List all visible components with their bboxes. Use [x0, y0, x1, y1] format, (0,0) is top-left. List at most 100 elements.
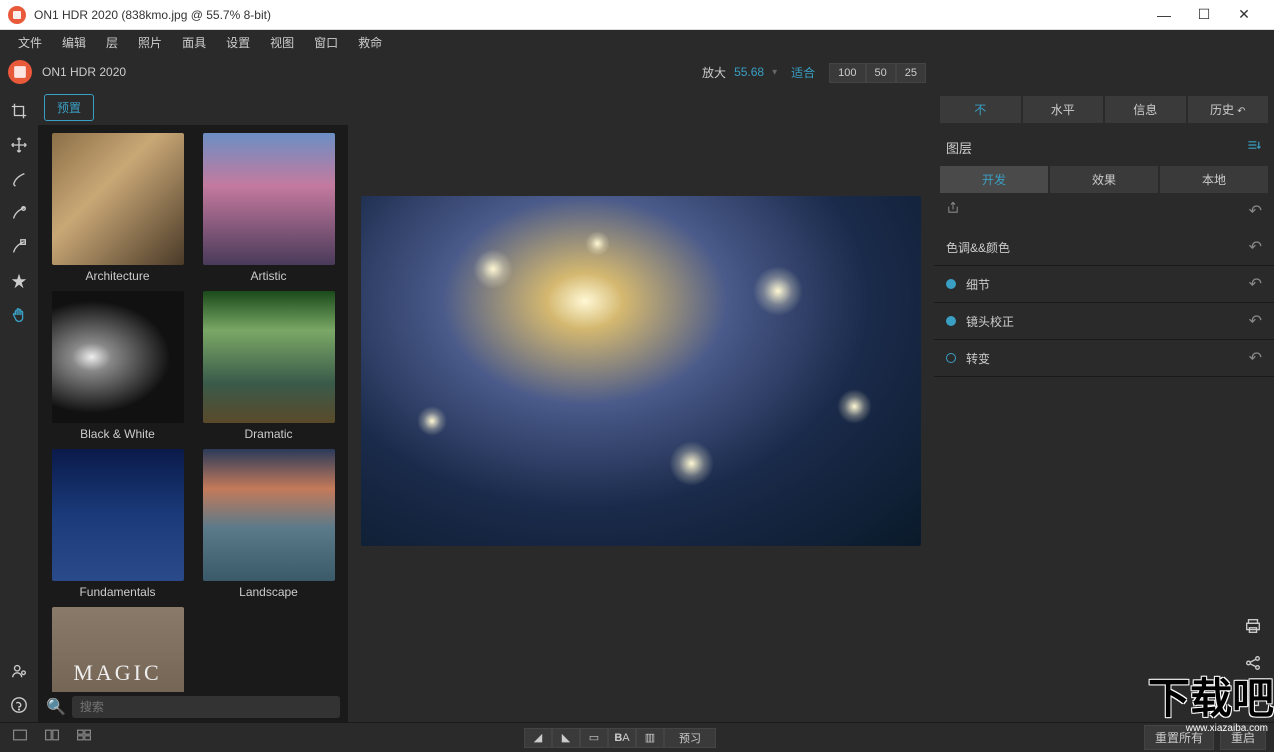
- menu-面具[interactable]: 面具: [172, 32, 216, 53]
- restart-button[interactable]: 重启: [1220, 725, 1266, 750]
- search-input[interactable]: [72, 696, 340, 718]
- zoom-value[interactable]: 55.68: [734, 65, 764, 79]
- view-compare-icon[interactable]: [40, 726, 64, 749]
- undo-icon[interactable]: ↶: [1249, 201, 1262, 221]
- section-reset-icon[interactable]: ↶: [1249, 274, 1262, 294]
- right-tab-1[interactable]: 水平: [1023, 96, 1104, 123]
- main-area: 预置 ArchitectureArtistic Black & White Dram…: [0, 90, 1274, 722]
- brush-tool-icon[interactable]: [0, 162, 38, 196]
- canvas-area[interactable]: [348, 90, 934, 722]
- section-细节[interactable]: 细节↶: [934, 266, 1274, 303]
- preset-architecture[interactable]: Architecture: [46, 133, 189, 283]
- zoom-25[interactable]: 25: [896, 63, 926, 83]
- preset-thumb: [52, 449, 184, 581]
- minimize-button[interactable]: —: [1152, 3, 1176, 27]
- zoom-fit-button[interactable]: 适合: [785, 62, 821, 83]
- layers-header: 图层: [934, 129, 1274, 166]
- mask-view-button[interactable]: ▭: [580, 728, 608, 748]
- section-reset-icon[interactable]: ↶: [1249, 237, 1262, 257]
- mode-tab-0[interactable]: 开发: [940, 166, 1048, 193]
- preset-artistic[interactable]: Artistic: [197, 133, 340, 283]
- user-settings-icon[interactable]: [0, 654, 38, 688]
- menu-层[interactable]: 层: [96, 32, 128, 53]
- mask-brush-tool-icon[interactable]: [0, 196, 38, 230]
- section-镜头校正[interactable]: 镜头校正↶: [934, 303, 1274, 340]
- preset-label: Black & White: [80, 427, 155, 441]
- hand-tool-icon[interactable]: [0, 298, 38, 332]
- app-name: ON1 HDR 2020: [42, 65, 702, 79]
- preset-thumb: [203, 449, 335, 581]
- menu-设置[interactable]: 设置: [216, 32, 260, 53]
- chevron-down-icon[interactable]: ▾: [772, 67, 777, 78]
- right-tab-0[interactable]: 不: [940, 96, 1021, 123]
- preset-thumb: [203, 291, 335, 423]
- section-toggle-icon[interactable]: [946, 316, 956, 326]
- maximize-button[interactable]: ☐: [1192, 3, 1216, 27]
- reset-all-button[interactable]: 重置所有: [1144, 725, 1214, 750]
- clip-highlights-button[interactable]: ◣: [552, 728, 580, 748]
- layers-settings-icon[interactable]: [1246, 137, 1262, 158]
- section-toggle-icon[interactable]: [946, 279, 956, 289]
- zoom-50[interactable]: 50: [866, 63, 896, 83]
- preset-dramatic[interactable]: Dramatic: [197, 291, 340, 441]
- preset-panel: 预置 ArchitectureArtistic Black & White Dram…: [38, 90, 348, 722]
- section-reset-icon[interactable]: ↶: [1249, 348, 1262, 368]
- right-tab-3[interactable]: 历史↶: [1188, 96, 1269, 123]
- right-tools: [934, 609, 1274, 722]
- section-reset-icon[interactable]: ↶: [1249, 311, 1262, 331]
- preset-label: Fundamentals: [79, 585, 155, 599]
- section-label: 转变: [966, 350, 1249, 367]
- zoom-100[interactable]: 100: [829, 63, 865, 83]
- section-label: 细节: [966, 276, 1249, 293]
- clone-tool-icon[interactable]: [0, 230, 38, 264]
- bottom-right-controls: 重置所有 重启: [1144, 725, 1266, 750]
- menu-视图[interactable]: 视图: [260, 32, 304, 53]
- mode-tab-1[interactable]: 效果: [1050, 166, 1158, 193]
- before-after-button[interactable]: BA: [608, 728, 636, 748]
- menu-文件[interactable]: 文件: [8, 32, 52, 53]
- preview-button[interactable]: 预习: [664, 728, 716, 748]
- section-toggle-icon[interactable]: [946, 353, 956, 363]
- mode-tab-2[interactable]: 本地: [1160, 166, 1268, 193]
- preset-tab[interactable]: 预置: [44, 94, 94, 121]
- right-tab-2[interactable]: 信息: [1105, 96, 1186, 123]
- menu-窗口[interactable]: 窗口: [304, 32, 348, 53]
- preset-label: Landscape: [239, 585, 298, 599]
- effects-tool-icon[interactable]: [0, 264, 38, 298]
- window-controls: — ☐ ✕: [1152, 3, 1266, 27]
- right-panel: 不水平信息历史↶ 图层 开发效果本地 ↶ 色调&&颜色↶细节↶镜头校正↶转变↶: [934, 90, 1274, 722]
- section-label: 色调&&颜色: [946, 239, 1249, 256]
- window-title: ON1 HDR 2020 (838kmo.jpg @ 55.7% 8-bit): [34, 8, 1152, 22]
- preset-magic[interactable]: MAGIC: [46, 607, 189, 692]
- view-grid-icon[interactable]: [72, 726, 96, 749]
- subheader: ON1 HDR 2020 放大 55.68 ▾ 适合 1005025: [0, 54, 1274, 90]
- preset-thumb: [52, 133, 184, 265]
- print-icon[interactable]: [1244, 617, 1262, 640]
- zoom-controls: 放大 55.68 ▾ 适合 1005025: [702, 62, 926, 83]
- app-logo-icon: [8, 6, 26, 24]
- section-色调&&颜色[interactable]: 色调&&颜色↶: [934, 229, 1274, 266]
- search-icon: 🔍: [46, 697, 66, 717]
- section-转变[interactable]: 转变↶: [934, 340, 1274, 377]
- menu-编辑[interactable]: 编辑: [52, 32, 96, 53]
- help-icon[interactable]: [0, 688, 38, 722]
- preset-tab-row: 预置: [38, 90, 348, 125]
- export-down-icon[interactable]: [1244, 691, 1262, 714]
- preset-fundamentals[interactable]: Fundamentals: [46, 449, 189, 599]
- move-tool-icon[interactable]: [0, 128, 38, 162]
- view-single-icon[interactable]: [8, 726, 32, 749]
- zoom-label: 放大: [702, 64, 726, 81]
- titlebar: ON1 HDR 2020 (838kmo.jpg @ 55.7% 8-bit) …: [0, 0, 1274, 30]
- menu-救命[interactable]: 救命: [348, 32, 392, 53]
- crop-tool-icon[interactable]: [0, 94, 38, 128]
- preset-grid: ArchitectureArtistic Black & White Dramati…: [38, 125, 348, 692]
- close-button[interactable]: ✕: [1232, 3, 1256, 27]
- split-view-button[interactable]: ▥: [636, 728, 664, 748]
- export-icon[interactable]: [946, 201, 960, 221]
- menu-照片[interactable]: 照片: [128, 32, 172, 53]
- preset-landscape[interactable]: Landscape: [197, 449, 340, 599]
- clip-shadows-button[interactable]: ◢: [524, 728, 552, 748]
- bottom-left-controls: [8, 726, 96, 749]
- preset-black-&-white[interactable]: Black & White: [46, 291, 189, 441]
- share-icon[interactable]: [1244, 654, 1262, 677]
